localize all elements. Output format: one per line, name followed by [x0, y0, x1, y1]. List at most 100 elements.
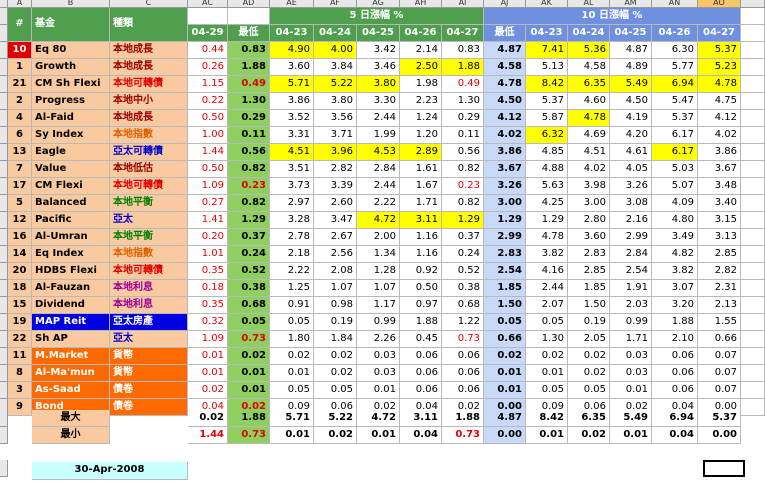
header-blank[interactable]: [741, 8, 765, 25]
value-cell[interactable]: 6.30: [652, 42, 698, 59]
header-blank[interactable]: [188, 8, 228, 25]
value-cell[interactable]: 0.82: [442, 161, 484, 178]
empty-cell[interactable]: [741, 161, 765, 178]
header-blank[interactable]: [741, 25, 765, 42]
column-header-AI[interactable]: AI: [442, 0, 484, 8]
value-cell[interactable]: 0.06: [400, 382, 442, 399]
value-cell[interactable]: 0.56: [442, 144, 484, 161]
row-header[interactable]: [0, 110, 8, 127]
value-cell[interactable]: 3.28: [270, 212, 314, 229]
value-cell[interactable]: 5.22: [314, 76, 357, 93]
value-cell[interactable]: 0.02: [568, 348, 610, 365]
fund-rank[interactable]: 21: [8, 76, 32, 93]
fund-type[interactable]: 本地成長: [110, 110, 188, 127]
value-cell[interactable]: 3.82: [652, 263, 698, 280]
fund-rank[interactable]: 4: [8, 110, 32, 127]
column-header-B[interactable]: B: [32, 0, 110, 8]
fund-type[interactable]: 本地可轉債: [110, 76, 188, 93]
header-fund[interactable]: 基金: [32, 8, 110, 42]
value-cell[interactable]: 0.05: [568, 382, 610, 399]
row-header[interactable]: [0, 365, 8, 382]
summary-min-value[interactable]: 0.73: [228, 427, 270, 444]
value-cell[interactable]: 0.01: [484, 365, 526, 382]
value-cell[interactable]: 1.85: [568, 280, 610, 297]
row-header[interactable]: [0, 42, 8, 59]
row-header[interactable]: [0, 263, 8, 280]
value-cell[interactable]: 0.29: [228, 110, 270, 127]
empty-cell[interactable]: [741, 195, 765, 212]
value-cell[interactable]: 4.51: [270, 144, 314, 161]
value-cell[interactable]: 3.39: [314, 178, 357, 195]
value-cell[interactable]: 1.30: [442, 93, 484, 110]
fund-rank[interactable]: 17: [8, 178, 32, 195]
value-cell[interactable]: 0.07: [698, 348, 741, 365]
header-col[interactable]: 04-27: [698, 25, 741, 42]
value-cell[interactable]: 4.58: [484, 59, 526, 76]
value-cell[interactable]: 0.03: [610, 365, 652, 382]
value-cell[interactable]: 0.99: [357, 314, 400, 331]
value-cell[interactable]: 1.85: [484, 280, 526, 297]
value-cell[interactable]: 2.83: [568, 246, 610, 263]
column-header-AH[interactable]: AH: [400, 0, 442, 8]
empty-cell[interactable]: [741, 348, 765, 365]
value-cell[interactable]: 0.27: [188, 195, 228, 212]
value-cell[interactable]: 0.68: [442, 297, 484, 314]
value-cell[interactable]: 0.83: [228, 42, 270, 59]
value-cell[interactable]: 1.55: [698, 314, 741, 331]
value-cell[interactable]: 5.63: [526, 178, 568, 195]
value-cell[interactable]: 3.31: [270, 127, 314, 144]
value-cell[interactable]: 4.12: [484, 110, 526, 127]
value-cell[interactable]: 2.99: [484, 229, 526, 246]
active-cell-outline[interactable]: [703, 460, 745, 477]
summary-min-value[interactable]: 0.02: [314, 427, 357, 444]
value-cell[interactable]: 0.05: [526, 382, 568, 399]
value-cell[interactable]: 0.02: [188, 382, 228, 399]
value-cell[interactable]: 0.97: [400, 297, 442, 314]
value-cell[interactable]: 0.82: [228, 195, 270, 212]
value-cell[interactable]: 1.09: [188, 331, 228, 348]
row-header[interactable]: [0, 8, 8, 25]
value-cell[interactable]: 0.03: [357, 348, 400, 365]
summary-max-value[interactable]: 4.72: [357, 410, 400, 427]
value-cell[interactable]: 0.99: [610, 314, 652, 331]
row-header[interactable]: [0, 410, 8, 427]
fund-name[interactable]: Sh AP: [32, 331, 110, 348]
summary-min-value[interactable]: 0.01: [270, 427, 314, 444]
value-cell[interactable]: 3.84: [314, 59, 357, 76]
value-cell[interactable]: 0.05: [484, 314, 526, 331]
value-cell[interactable]: 0.06: [442, 348, 484, 365]
value-cell[interactable]: 3.20: [652, 297, 698, 314]
value-cell[interactable]: 3.67: [484, 161, 526, 178]
value-cell[interactable]: 4.85: [526, 144, 568, 161]
value-cell[interactable]: 0.02: [526, 348, 568, 365]
value-cell[interactable]: 1.25: [270, 280, 314, 297]
select-all-corner[interactable]: [0, 0, 8, 8]
fund-name[interactable]: Balanced: [32, 195, 110, 212]
column-header-AO[interactable]: AO: [698, 0, 741, 8]
summary-label-max[interactable]: 最大: [32, 410, 110, 427]
value-cell[interactable]: 1.30: [526, 331, 568, 348]
value-cell[interactable]: 2.08: [314, 263, 357, 280]
value-cell[interactable]: 5.37: [526, 93, 568, 110]
row-header[interactable]: [0, 460, 8, 477]
column-header-A[interactable]: A: [8, 0, 32, 8]
value-cell[interactable]: 5.47: [652, 93, 698, 110]
value-cell[interactable]: 4.19: [610, 110, 652, 127]
row-header[interactable]: [0, 76, 8, 93]
value-cell[interactable]: 4.50: [484, 93, 526, 110]
fund-name[interactable]: CM Sh Flexi: [32, 76, 110, 93]
summary-max-value[interactable]: 5.71: [270, 410, 314, 427]
value-cell[interactable]: 4.82: [652, 246, 698, 263]
value-cell[interactable]: 3.42: [357, 42, 400, 59]
value-cell[interactable]: 0.20: [188, 229, 228, 246]
row-header[interactable]: [0, 314, 8, 331]
value-cell[interactable]: 2.22: [270, 263, 314, 280]
value-cell[interactable]: 1.71: [610, 331, 652, 348]
value-cell[interactable]: 0.56: [228, 144, 270, 161]
value-cell[interactable]: 0.05: [270, 314, 314, 331]
value-cell[interactable]: 1.17: [357, 297, 400, 314]
column-header-AD[interactable]: AD: [228, 0, 270, 8]
empty-cell[interactable]: [741, 331, 765, 348]
value-cell[interactable]: 0.35: [188, 263, 228, 280]
value-cell[interactable]: 4.16: [526, 263, 568, 280]
